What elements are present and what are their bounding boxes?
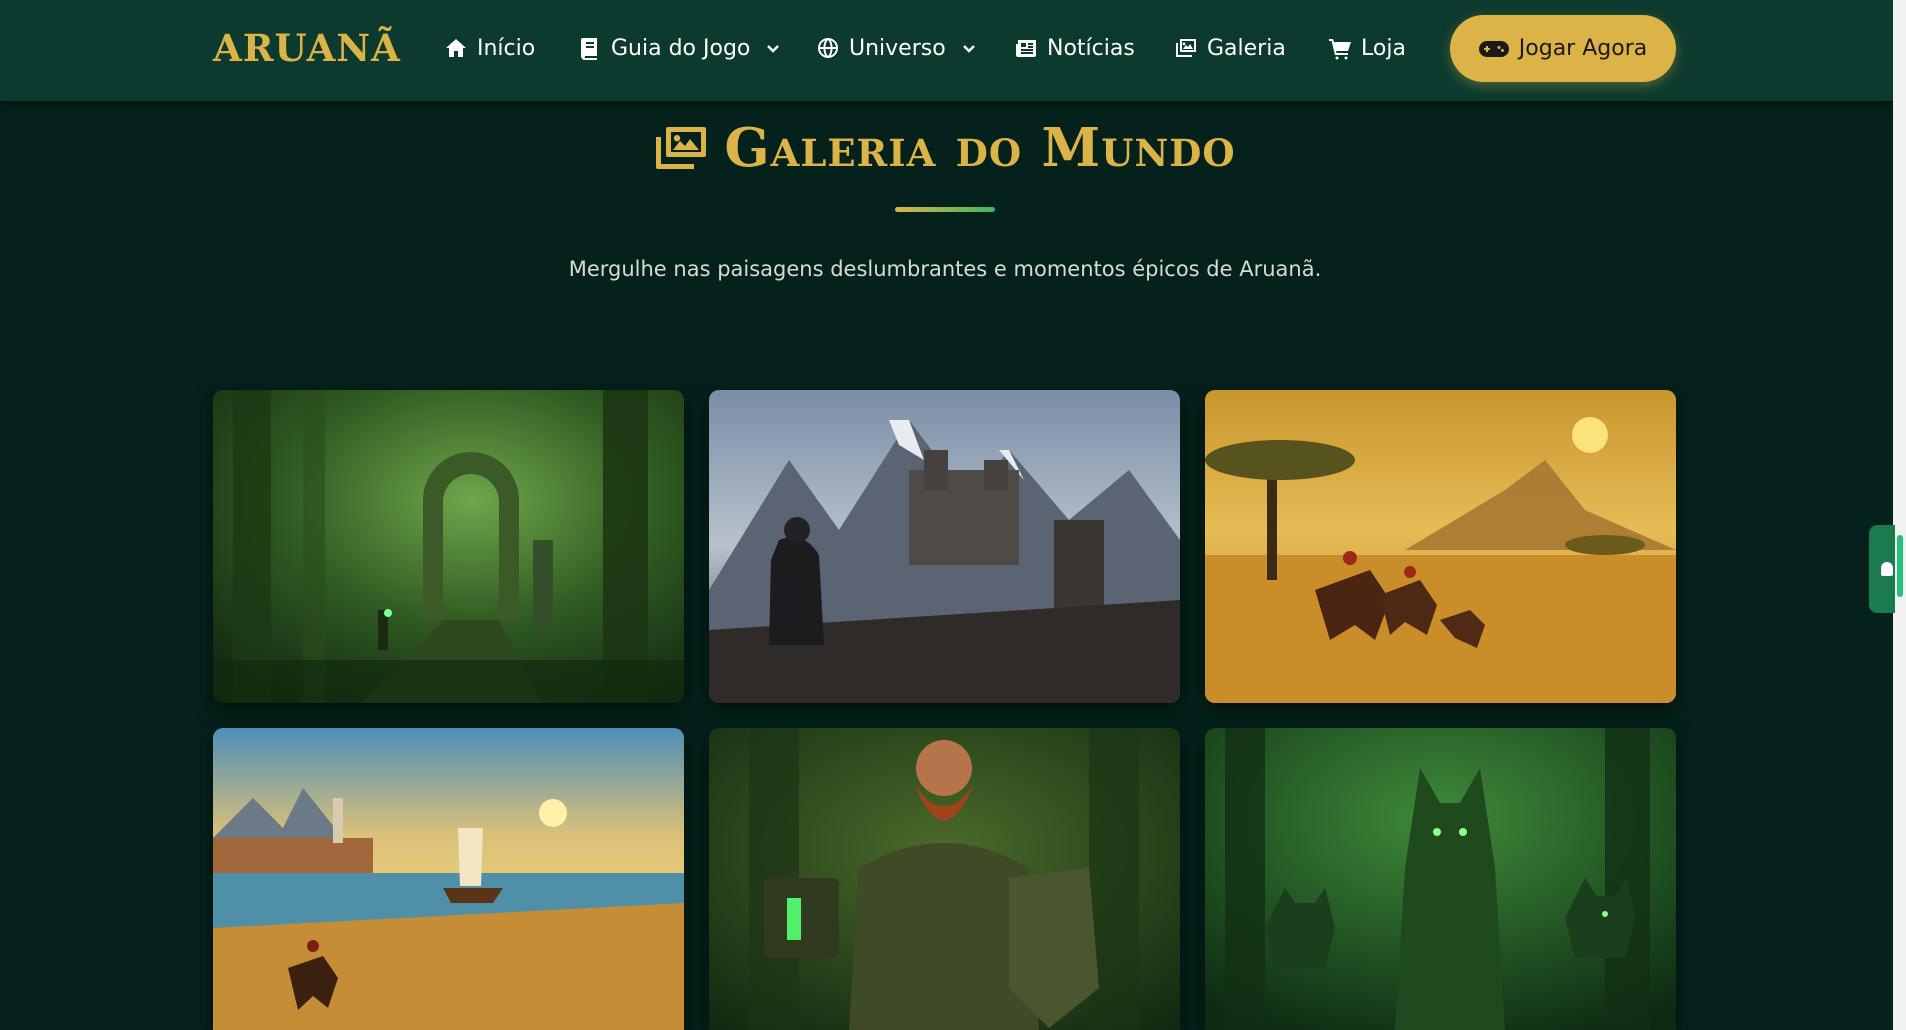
dwarf-warrior-image [709,728,1180,1030]
globe-icon [818,38,839,58]
nav-item-label: Notícias [1047,35,1135,61]
home-icon [446,39,466,57]
chevron-down-icon [962,45,975,53]
play-now-button[interactable]: Jogar Agora [1450,15,1676,82]
scrollbar-thumb[interactable] [1897,535,1903,597]
gallery-image-forest-ruins[interactable] [213,390,684,703]
gamepad-icon [1478,40,1509,57]
nav-item-label: Universo [849,35,946,61]
nav-item-galeria[interactable]: Galeria [1174,32,1286,64]
images-icon [1176,39,1196,57]
nav-item-label: Galeria [1207,35,1286,61]
nav-item-guia-do-jogo[interactable]: Guia do Jogo [578,32,781,64]
gallery-image-savanna-riders[interactable] [1205,390,1676,703]
nav-item-label: Guia do Jogo [611,35,751,61]
nav-item-loja[interactable]: Loja [1328,32,1406,64]
site-logo[interactable]: ARUANÃ [213,26,401,70]
nav-item-label: Início [477,35,536,61]
gallery-subtitle: Mergulhe nas paisagens deslumbrantes e m… [568,257,1322,281]
images-icon [656,127,707,169]
nav-item-noticias[interactable]: Notícias [1014,32,1135,64]
page-title: Galeria do Mundo [724,117,1236,179]
play-now-label: Jogar Agora [1518,36,1648,61]
top-navigation-bar: ARUANÃ Início Guia do Jogo Universo Notí… [0,0,1893,101]
spirit-wolves-image [1205,728,1676,1030]
nav-item-universo[interactable]: Universo [816,32,977,64]
gallery-image-dwarf-warrior[interactable] [709,728,1180,1030]
gallery-heading: Galeria do Mundo [0,117,1890,179]
mountain-fortress-image [709,390,1180,703]
title-divider [895,207,995,212]
gallery-image-mountain-fortress[interactable] [709,390,1180,703]
forest-ruins-image [213,390,684,703]
nav-item-label: Loja [1361,35,1406,61]
chevron-down-icon [767,45,780,53]
book-icon [581,38,597,60]
nav-item-inicio[interactable]: Início [444,32,535,64]
cart-icon [1329,39,1351,60]
savanna-riders-image [1205,390,1676,703]
newspaper-icon [1016,40,1036,57]
scrollbar-track[interactable] [1893,0,1906,1030]
harbor-town-image [213,728,684,1030]
widget-icon [1881,562,1893,576]
gallery-image-harbor-town[interactable] [213,728,684,1030]
gallery-image-spirit-wolves[interactable] [1205,728,1676,1030]
